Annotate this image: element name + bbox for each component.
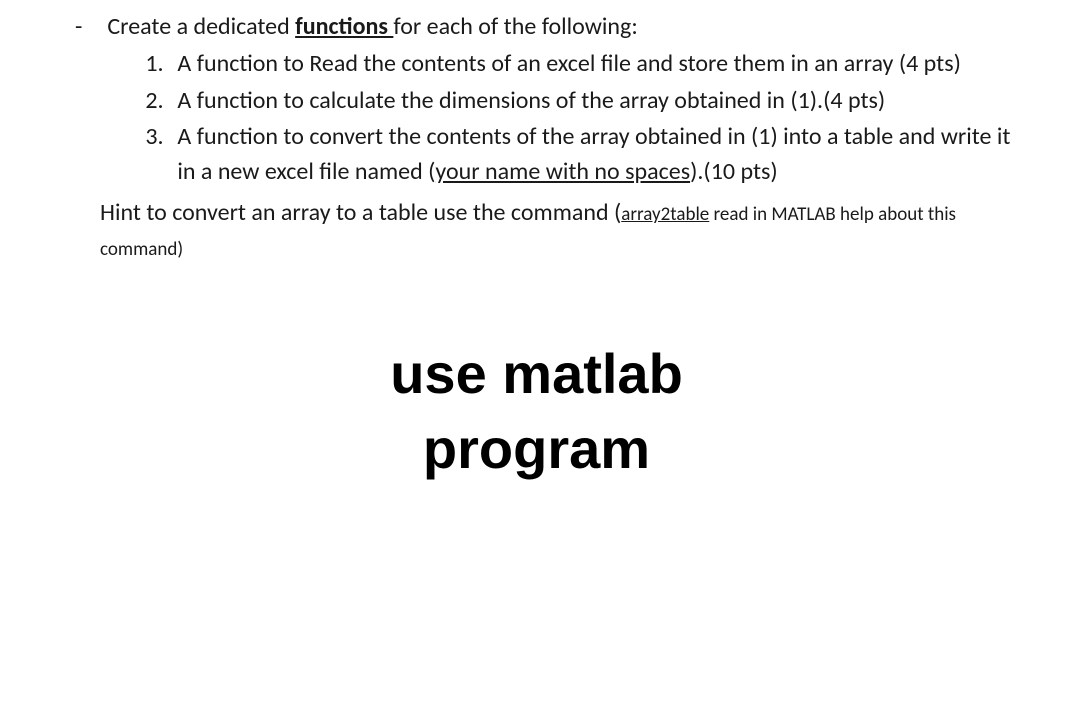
num-marker: 2.	[145, 84, 167, 119]
overlay-text: use matlab program	[40, 336, 1033, 487]
bullet-lead-after: for each of the following:	[393, 12, 637, 41]
list-item: 2. A function to calculate the dimension…	[145, 84, 1033, 119]
overlay-line2: program	[40, 411, 1033, 487]
overlay-line1: use matlab	[40, 336, 1033, 412]
item3-underlined: your name with no spaces	[435, 157, 690, 186]
hint-text: Hint to convert an array to a table use …	[100, 196, 1033, 266]
bullet-lead-before: Create a dedicated	[107, 12, 295, 41]
bullet-item: - Create a dedicated functions for each …	[75, 10, 1033, 192]
num-marker: 3.	[145, 120, 167, 190]
num-content: A function to Read the contents of an ex…	[177, 47, 1033, 82]
numbered-list: 1. A function to Read the contents of an…	[145, 47, 1033, 190]
bullet-marker: -	[75, 10, 82, 192]
list-item: 1. A function to Read the contents of an…	[145, 47, 1033, 82]
num-content: A function to calculate the dimensions o…	[177, 84, 1033, 119]
item3-after: ).(10 pts)	[690, 157, 778, 186]
bullet-lead-underlined: functions	[295, 12, 393, 41]
num-marker: 1.	[145, 47, 167, 82]
num-content: A function to convert the contents of th…	[177, 120, 1033, 190]
list-item: 3. A function to convert the contents of…	[145, 120, 1033, 190]
hint-prefix: Hint to convert an array to a table use …	[100, 198, 621, 227]
bullet-content: Create a dedicated functions for each of…	[107, 10, 1033, 192]
hint-command: array2table	[621, 203, 709, 226]
